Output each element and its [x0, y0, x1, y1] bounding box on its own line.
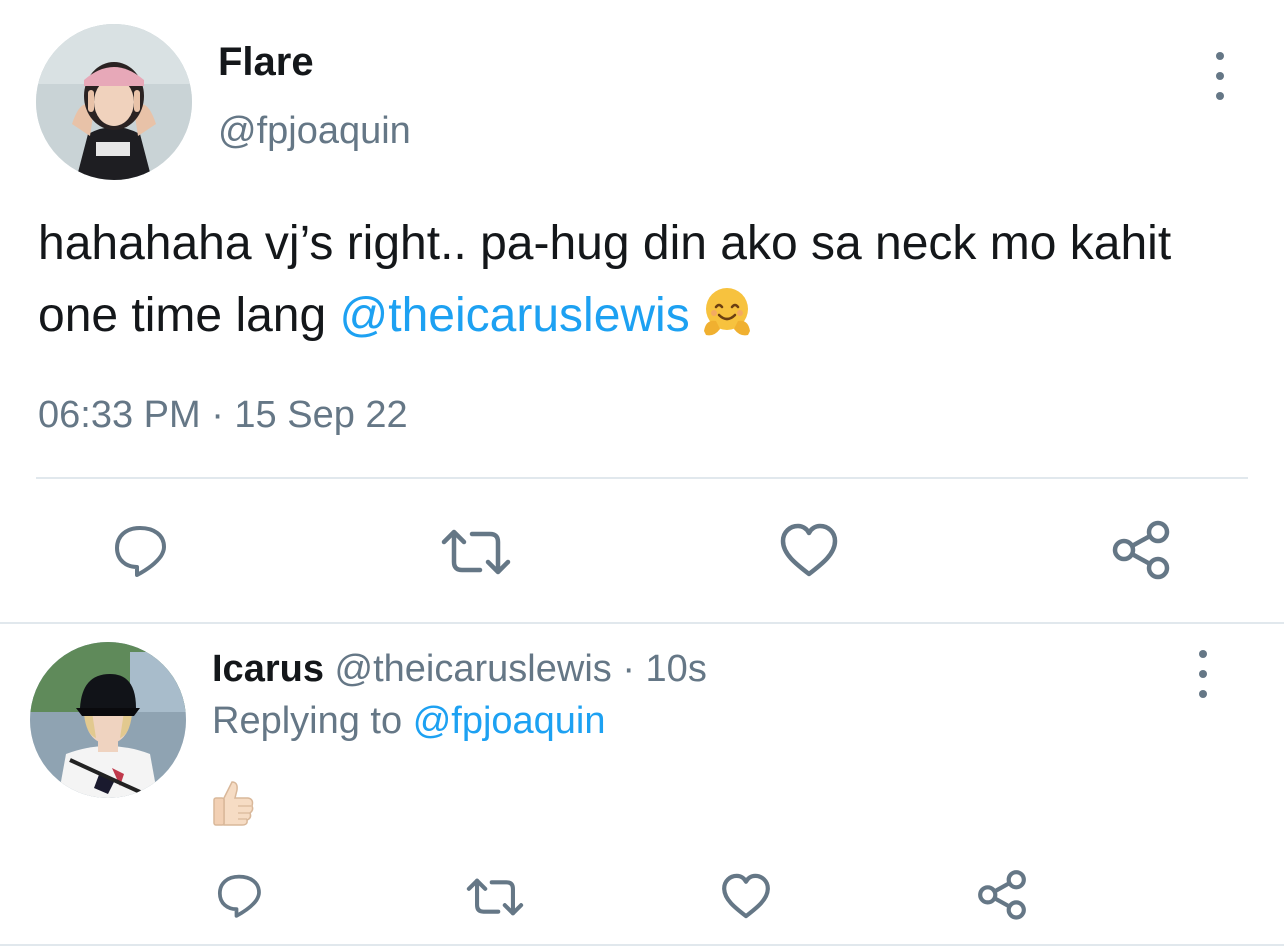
user-handle[interactable]: @fpjoaquin	[218, 110, 411, 153]
separator-dot: ·	[622, 648, 635, 690]
replying-to-line: Replying to @fpjoaquin	[212, 700, 606, 743]
replying-to-mention[interactable]: @fpjoaquin	[413, 700, 606, 742]
more-dot	[1199, 650, 1207, 658]
more-dot	[1216, 92, 1224, 100]
more-dot	[1216, 52, 1224, 60]
more-options-button[interactable]	[1205, 52, 1235, 100]
hugging-face-emoji	[703, 288, 750, 336]
display-name[interactable]: Flare	[218, 40, 314, 85]
share-icon[interactable]	[976, 868, 1028, 920]
more-dot	[1199, 670, 1207, 678]
tweet-time-ago[interactable]: 10s	[646, 648, 707, 690]
tweet-timestamp[interactable]: 06:33 PM · 15 Sep 22	[38, 394, 408, 437]
avatar-photo	[30, 642, 186, 798]
divider	[0, 622, 1284, 624]
more-dot	[1199, 690, 1207, 698]
share-icon[interactable]	[1110, 518, 1172, 580]
like-icon[interactable]	[720, 872, 772, 920]
reply-icon[interactable]	[110, 520, 170, 580]
retweet-icon[interactable]	[438, 522, 514, 582]
reply-header: Icarus @theicaruslewis · 10s	[212, 648, 707, 691]
more-dot	[1216, 72, 1224, 80]
avatar[interactable]	[36, 24, 192, 180]
avatar[interactable]	[30, 642, 186, 798]
replying-to-label: Replying to	[212, 700, 403, 742]
more-options-button[interactable]	[1188, 650, 1218, 698]
retweet-icon[interactable]	[464, 872, 526, 922]
display-name[interactable]: Icarus	[212, 648, 324, 690]
tweet-text: hahahaha vj’s right.. pa-hug din ako sa …	[38, 208, 1238, 352]
mention-link[interactable]: @theicaruslewis	[340, 289, 690, 342]
reply-icon[interactable]	[214, 870, 264, 920]
divider	[36, 477, 1248, 479]
divider	[0, 944, 1284, 946]
thumbs-up-emoji	[213, 781, 254, 826]
avatar-photo	[36, 24, 192, 180]
like-icon[interactable]	[778, 522, 840, 578]
user-handle[interactable]: @theicaruslewis	[335, 648, 612, 690]
